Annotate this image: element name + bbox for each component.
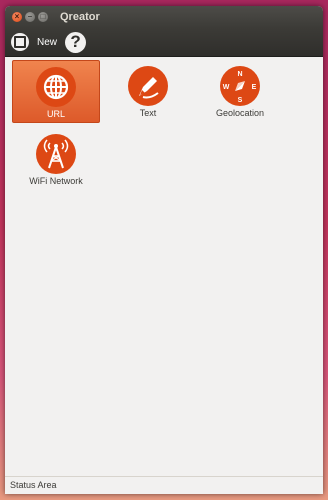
qr-type-wifi-label: WiFi Network [29,176,83,186]
close-window-button[interactable]: × [12,12,22,22]
new-button[interactable]: New [11,33,57,51]
maximize-window-button[interactable]: □ [38,12,48,22]
app-window: × – □ Qreator New ? URL Text N S E W Geo… [5,6,323,494]
pen-icon [128,66,168,106]
compass-icon: N S E W [220,66,260,106]
status-bar: Status Area [5,476,323,494]
wifi-tower-icon [36,134,76,174]
new-button-label: New [37,36,58,48]
toolbar: New ? [5,28,323,57]
qr-type-wifi[interactable]: WiFi Network [12,128,100,191]
compass-s-label: S [238,97,243,104]
compass-e-label: E [252,84,257,91]
qr-type-geolocation[interactable]: N S E W Geolocation [196,60,284,123]
qr-type-url[interactable]: URL [12,60,100,123]
qr-type-url-label: URL [46,109,65,119]
new-icon [11,33,29,51]
compass-n-label: N [237,71,242,78]
title-bar: × – □ Qreator [5,6,323,28]
window-title: Qreator [60,11,100,23]
minimize-window-button[interactable]: – [25,12,35,22]
main-content: URL Text N S E W Geolocation WiFi Networ… [5,57,323,476]
compass-w-label: W [223,84,230,91]
qr-type-text-label: Text [139,108,157,118]
qr-type-text[interactable]: Text [104,60,192,123]
globe-icon [36,67,76,107]
help-button[interactable]: ? [65,31,87,53]
qr-type-geolocation-label: Geolocation [215,108,265,118]
